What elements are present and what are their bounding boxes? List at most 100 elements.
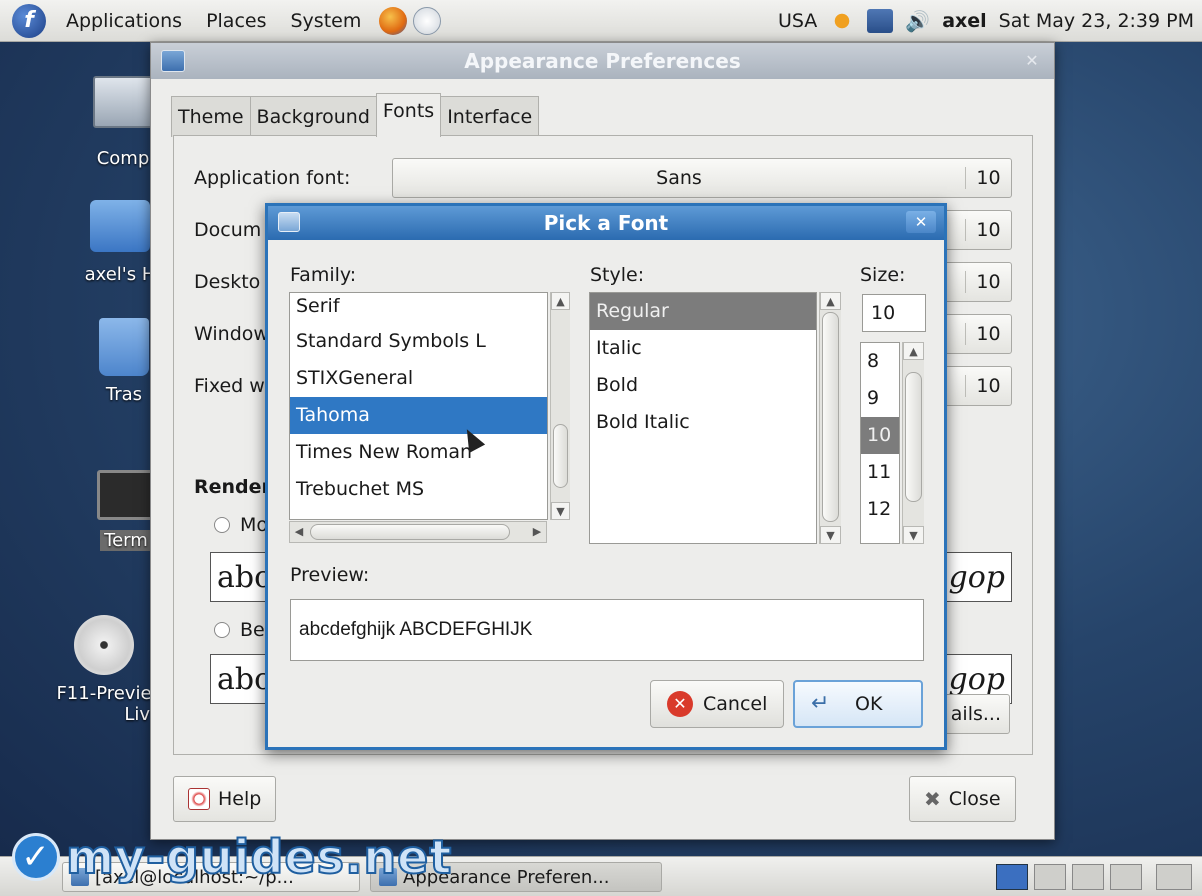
menu-places[interactable]: Places [194,10,278,32]
family-vertical-scrollbar[interactable]: ▲ ▼ [550,292,570,520]
firefox-icon[interactable] [379,6,408,35]
clock[interactable]: Sat May 23, 2:39 PM [999,10,1194,32]
trash-icon [99,318,149,376]
desktop-icon-livecd[interactable]: F11-Previe Liv [44,615,164,725]
workspace-4[interactable] [1110,864,1142,890]
scroll-thumb[interactable] [905,372,922,502]
ok-label: OK [855,693,883,715]
family-item[interactable]: Serif [290,293,547,323]
scroll-up-icon[interactable]: ▲ [551,292,570,310]
sample-text-right: gop [948,661,1005,697]
cancel-button[interactable]: ✕ Cancel [650,680,785,728]
scroll-down-icon[interactable]: ▼ [551,502,570,520]
ok-button[interactable]: ↵ OK [793,680,923,728]
top-panel: f Applications Places System USA 🔊 axel … [0,0,1202,42]
terminal-icon [97,470,155,520]
window-titlebar[interactable]: Appearance Preferences ✕ [151,43,1054,79]
application-font-row: Application font: Sans 10 [194,158,1012,198]
help-button[interactable]: Help [173,776,277,822]
application-font-button[interactable]: Sans 10 [392,158,1012,198]
style-item[interactable]: Bold [590,367,816,404]
radio-button[interactable] [214,622,230,638]
menu-applications[interactable]: Applications [54,10,194,32]
style-vertical-scrollbar[interactable]: ▲ ▼ [819,292,841,544]
family-item-selected[interactable]: Tahoma [290,397,547,434]
size-item[interactable]: 11 [861,454,899,491]
close-button[interactable]: ✖ Close [909,776,1016,822]
radio-label: Be [240,619,265,641]
workspace-1[interactable] [996,864,1028,890]
workspace-3[interactable] [1072,864,1104,890]
workspace-2[interactable] [1034,864,1066,890]
fedora-logo-icon[interactable]: f [12,3,46,38]
font-size: 10 [965,219,1011,241]
home-folder-icon [90,200,150,252]
tab-fonts[interactable]: Fonts [375,93,442,137]
size-item[interactable]: 9 [861,380,899,417]
dialog-titlebar[interactable]: Pick a Font ✕ [268,206,944,240]
style-label: Style: [590,264,645,286]
application-font-label: Application font: [194,167,351,189]
style-item[interactable]: Italic [590,330,816,367]
network-icon[interactable] [867,9,894,33]
size-label: Size: [860,264,906,286]
cancel-icon: ✕ [667,691,693,717]
close-icon: ✖ [924,787,941,811]
help-icon [188,788,210,810]
mail-client-icon[interactable] [413,6,442,35]
trash-applet-icon[interactable] [1156,864,1192,890]
scroll-thumb[interactable] [310,524,510,540]
sample-text-left: abc [217,559,271,595]
scroll-right-icon[interactable]: ▶ [528,522,546,542]
radio-button[interactable] [214,517,230,533]
radio-label: Mo [240,514,269,536]
menu-system[interactable]: System [278,10,373,32]
window-icon[interactable] [161,50,185,72]
rendering-option-mono[interactable]: Mo [214,514,268,536]
style-list[interactable]: Regular Italic Bold Bold Italic [589,292,817,544]
scroll-left-icon[interactable]: ◀ [290,522,308,542]
scroll-up-icon[interactable]: ▲ [820,292,841,310]
user-name[interactable]: axel [942,10,986,32]
notification-area: USA 🔊 axel Sat May 23, 2:39 PM [778,0,1194,42]
size-list[interactable]: 8 9 10 11 12 [860,342,900,544]
scroll-down-icon[interactable]: ▼ [820,526,841,544]
cd-icon [74,615,134,675]
tab-theme[interactable]: Theme [171,96,251,137]
preview-field[interactable]: abcdefghijk ABCDEFGHIJK [290,599,924,661]
family-item[interactable]: Times New Roman [290,434,547,471]
style-item[interactable]: Bold Italic [590,404,816,441]
volume-icon[interactable]: 🔊 [905,9,930,33]
keyboard-layout-indicator[interactable]: USA [778,10,817,32]
size-vertical-scrollbar[interactable]: ▲ ▼ [902,342,924,544]
scroll-down-icon[interactable]: ▼ [903,526,924,544]
rendering-option-best[interactable]: Be [214,619,265,641]
sample-text-left: abc [217,661,271,697]
scroll-up-icon[interactable]: ▲ [903,342,924,360]
tab-background[interactable]: Background [249,96,377,137]
dialog-close-icon[interactable]: ✕ [906,211,936,233]
tab-bar: Theme Background Fonts Interface [171,93,540,137]
family-list[interactable]: Serif Standard Symbols L STIXGeneral Tah… [289,292,548,520]
computer-icon [93,76,153,128]
rendering-heading: Render [194,476,271,498]
family-item[interactable]: Trebuchet MS [290,471,547,508]
family-horizontal-scrollbar[interactable]: ◀ ▶ [289,521,547,543]
family-item[interactable]: STIXGeneral [290,360,547,397]
font-size: 10 [965,323,1011,345]
style-item-selected[interactable]: Regular [590,293,816,330]
dialog-window-icon[interactable] [278,212,300,232]
ok-enter-icon: ↵ [811,691,830,716]
size-item[interactable]: 8 [861,343,899,380]
family-label: Family: [290,264,357,286]
weather-icon[interactable] [829,9,856,33]
size-item-selected[interactable]: 10 [861,417,899,454]
scroll-thumb[interactable] [822,312,839,522]
scroll-thumb[interactable] [553,424,568,488]
size-item[interactable]: 12 [861,491,899,528]
family-item[interactable]: Standard Symbols L [290,323,547,360]
tab-interface[interactable]: Interface [440,96,540,137]
window-title: Appearance Preferences [464,49,741,73]
window-close-icon[interactable]: ✕ [1020,50,1044,72]
size-input[interactable]: 10 [862,294,926,332]
